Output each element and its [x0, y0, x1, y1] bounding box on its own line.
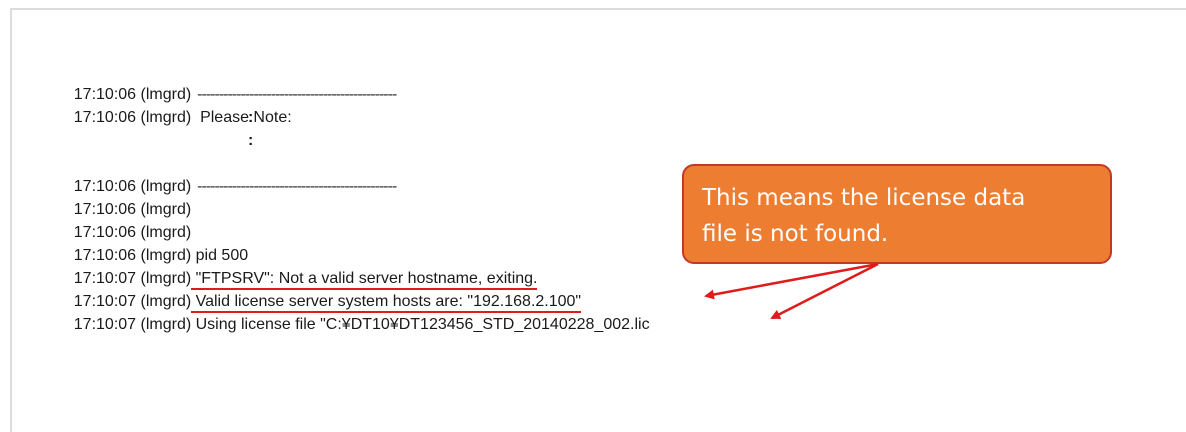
log-line: 17:10:07 (lmgrd) Using license file "C:¥…: [56, 290, 650, 333]
log-line: 17:10:06 (lmgrd) ------------------------…: [56, 152, 650, 195]
log-message: Using license file "C:¥DT10¥DT123456_STD…: [191, 316, 650, 333]
log-timestamp: 17:10:07 (lmgrd): [73, 316, 192, 333]
log-line: 17:10:06 (lmgrd) pid 500: [56, 221, 650, 264]
log-ellipsis: :: [248, 109, 254, 126]
callout-text-line: This means the license data: [702, 185, 1026, 211]
log-line: 17:10:06 (lmgrd) Please Note:: [56, 83, 650, 126]
log-line: 17:10:06 (lmgrd): [56, 198, 650, 241]
log-output: 17:10:06 (lmgrd) ------------------------…: [56, 60, 650, 333]
log-line: 17:10:06 (lmgrd): [56, 175, 650, 218]
log-line: 17:10:06 (lmgrd) ------------------------…: [56, 60, 650, 103]
log-ellipsis: :: [248, 132, 254, 149]
callout-box: This means the license data file is not …: [682, 164, 1112, 264]
callout-text-line: file is not found.: [702, 221, 889, 247]
log-line-hostname-error: 17:10:07 (lmgrd) "FTPSRV": Not a valid s…: [56, 244, 650, 290]
log-line-valid-hosts: 17:10:07 (lmgrd) Valid license server sy…: [56, 267, 650, 313]
